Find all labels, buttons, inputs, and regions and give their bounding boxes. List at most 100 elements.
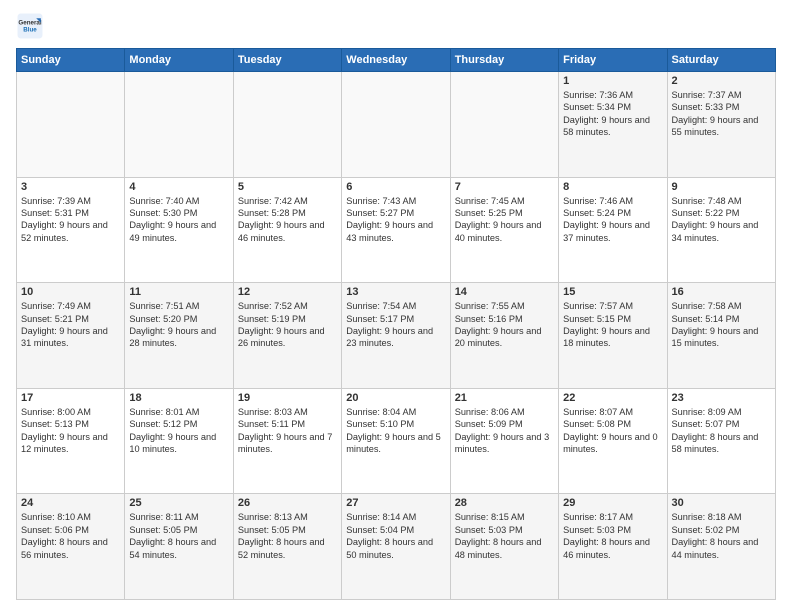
day-info: Sunset: 5:11 PM: [238, 418, 337, 430]
day-info: Sunrise: 8:07 AM: [563, 406, 662, 418]
day-info: Daylight: 9 hours and 37 minutes.: [563, 219, 662, 244]
day-info: Daylight: 9 hours and 7 minutes.: [238, 431, 337, 456]
day-number: 4: [129, 181, 228, 193]
day-info: Sunset: 5:05 PM: [129, 524, 228, 536]
day-info: Daylight: 8 hours and 52 minutes.: [238, 536, 337, 561]
day-info: Sunrise: 7:48 AM: [672, 195, 771, 207]
calendar-cell: 1 Sunrise: 7:36 AMSunset: 5:34 PMDaylight…: [559, 72, 667, 178]
day-info: Sunset: 5:22 PM: [672, 207, 771, 219]
day-number: 13: [346, 286, 445, 298]
day-number: 10: [21, 286, 120, 298]
day-number: 8: [563, 181, 662, 193]
day-info: Daylight: 9 hours and 34 minutes.: [672, 219, 771, 244]
calendar-cell: 28Sunrise: 8:15 AMSunset: 5:03 PMDayligh…: [450, 494, 558, 600]
day-info: Sunrise: 8:10 AM: [21, 511, 120, 523]
day-info: Sunrise: 8:04 AM: [346, 406, 445, 418]
day-number: 6: [346, 181, 445, 193]
calendar-cell: 18Sunrise: 8:01 AMSunset: 5:12 PMDayligh…: [125, 388, 233, 494]
day-number: 12: [238, 286, 337, 298]
day-number: 3: [21, 181, 120, 193]
day-info: Sunrise: 8:18 AM: [672, 511, 771, 523]
day-info: Sunrise: 7:51 AM: [129, 300, 228, 312]
calendar-cell: [342, 72, 450, 178]
day-info: Sunrise: 7:36 AM: [563, 89, 662, 101]
day-number: 1: [563, 75, 662, 87]
day-info: Sunrise: 8:11 AM: [129, 511, 228, 523]
calendar-cell: 30Sunrise: 8:18 AMSunset: 5:02 PMDayligh…: [667, 494, 775, 600]
day-info: Sunrise: 8:01 AM: [129, 406, 228, 418]
day-info: Daylight: 9 hours and 26 minutes.: [238, 325, 337, 350]
day-number: 20: [346, 392, 445, 404]
day-number: 27: [346, 497, 445, 509]
calendar-cell: 25Sunrise: 8:11 AMSunset: 5:05 PMDayligh…: [125, 494, 233, 600]
day-info: Daylight: 9 hours and 5 minutes.: [346, 431, 445, 456]
day-number: 23: [672, 392, 771, 404]
day-info: Sunset: 5:34 PM: [563, 101, 662, 113]
day-number: 26: [238, 497, 337, 509]
day-info: Sunrise: 7:57 AM: [563, 300, 662, 312]
calendar-cell: 17Sunrise: 8:00 AMSunset: 5:13 PMDayligh…: [17, 388, 125, 494]
col-header-thursday: Thursday: [450, 49, 558, 72]
day-info: Sunrise: 7:52 AM: [238, 300, 337, 312]
day-info: Daylight: 8 hours and 54 minutes.: [129, 536, 228, 561]
calendar-cell: 29Sunrise: 8:17 AMSunset: 5:03 PMDayligh…: [559, 494, 667, 600]
day-number: 24: [21, 497, 120, 509]
day-info: Sunset: 5:07 PM: [672, 418, 771, 430]
day-info: Sunset: 5:05 PM: [238, 524, 337, 536]
day-info: Daylight: 9 hours and 10 minutes.: [129, 431, 228, 456]
day-info: Daylight: 9 hours and 20 minutes.: [455, 325, 554, 350]
day-info: Sunset: 5:03 PM: [563, 524, 662, 536]
day-info: Sunset: 5:03 PM: [455, 524, 554, 536]
day-info: Sunrise: 8:17 AM: [563, 511, 662, 523]
calendar-cell: 23Sunrise: 8:09 AMSunset: 5:07 PMDayligh…: [667, 388, 775, 494]
logo: General Blue: [16, 12, 48, 40]
calendar-cell: 11Sunrise: 7:51 AMSunset: 5:20 PMDayligh…: [125, 283, 233, 389]
day-info: Daylight: 8 hours and 50 minutes.: [346, 536, 445, 561]
day-info: Sunset: 5:31 PM: [21, 207, 120, 219]
day-info: Sunrise: 8:09 AM: [672, 406, 771, 418]
day-info: Sunrise: 7:39 AM: [21, 195, 120, 207]
day-number: 17: [21, 392, 120, 404]
day-info: Sunset: 5:13 PM: [21, 418, 120, 430]
day-info: Daylight: 9 hours and 28 minutes.: [129, 325, 228, 350]
day-info: Daylight: 9 hours and 18 minutes.: [563, 325, 662, 350]
day-info: Sunrise: 7:43 AM: [346, 195, 445, 207]
day-number: 5: [238, 181, 337, 193]
day-info: Sunrise: 7:54 AM: [346, 300, 445, 312]
day-info: Daylight: 9 hours and 12 minutes.: [21, 431, 120, 456]
day-info: Sunset: 5:24 PM: [563, 207, 662, 219]
day-info: Daylight: 9 hours and 52 minutes.: [21, 219, 120, 244]
calendar-cell: 10Sunrise: 7:49 AMSunset: 5:21 PMDayligh…: [17, 283, 125, 389]
calendar-cell: [17, 72, 125, 178]
calendar-cell: 8Sunrise: 7:46 AMSunset: 5:24 PMDaylight…: [559, 177, 667, 283]
day-info: Daylight: 8 hours and 48 minutes.: [455, 536, 554, 561]
col-header-sunday: Sunday: [17, 49, 125, 72]
day-info: Daylight: 9 hours and 23 minutes.: [346, 325, 445, 350]
calendar-cell: 7Sunrise: 7:45 AMSunset: 5:25 PMDaylight…: [450, 177, 558, 283]
day-info: Daylight: 9 hours and 40 minutes.: [455, 219, 554, 244]
day-info: Daylight: 9 hours and 31 minutes.: [21, 325, 120, 350]
day-info: Sunrise: 8:14 AM: [346, 511, 445, 523]
calendar-cell: 13Sunrise: 7:54 AMSunset: 5:17 PMDayligh…: [342, 283, 450, 389]
day-info: Sunrise: 7:58 AM: [672, 300, 771, 312]
day-info: Daylight: 9 hours and 3 minutes.: [455, 431, 554, 456]
day-number: 2: [672, 75, 771, 87]
day-info: Sunset: 5:21 PM: [21, 313, 120, 325]
day-info: Sunset: 5:15 PM: [563, 313, 662, 325]
day-number: 11: [129, 286, 228, 298]
day-info: Daylight: 9 hours and 15 minutes.: [672, 325, 771, 350]
day-info: Daylight: 9 hours and 43 minutes.: [346, 219, 445, 244]
day-number: 22: [563, 392, 662, 404]
day-info: Daylight: 9 hours and 55 minutes.: [672, 114, 771, 139]
day-number: 21: [455, 392, 554, 404]
day-number: 18: [129, 392, 228, 404]
col-header-tuesday: Tuesday: [233, 49, 341, 72]
calendar-cell: 16Sunrise: 7:58 AMSunset: 5:14 PMDayligh…: [667, 283, 775, 389]
col-header-friday: Friday: [559, 49, 667, 72]
day-info: Sunrise: 8:03 AM: [238, 406, 337, 418]
calendar-cell: [125, 72, 233, 178]
day-info: Daylight: 9 hours and 58 minutes.: [563, 114, 662, 139]
col-header-monday: Monday: [125, 49, 233, 72]
calendar-cell: 3 Sunrise: 7:39 AMSunset: 5:31 PMDaylight…: [17, 177, 125, 283]
day-info: Daylight: 8 hours and 44 minutes.: [672, 536, 771, 561]
